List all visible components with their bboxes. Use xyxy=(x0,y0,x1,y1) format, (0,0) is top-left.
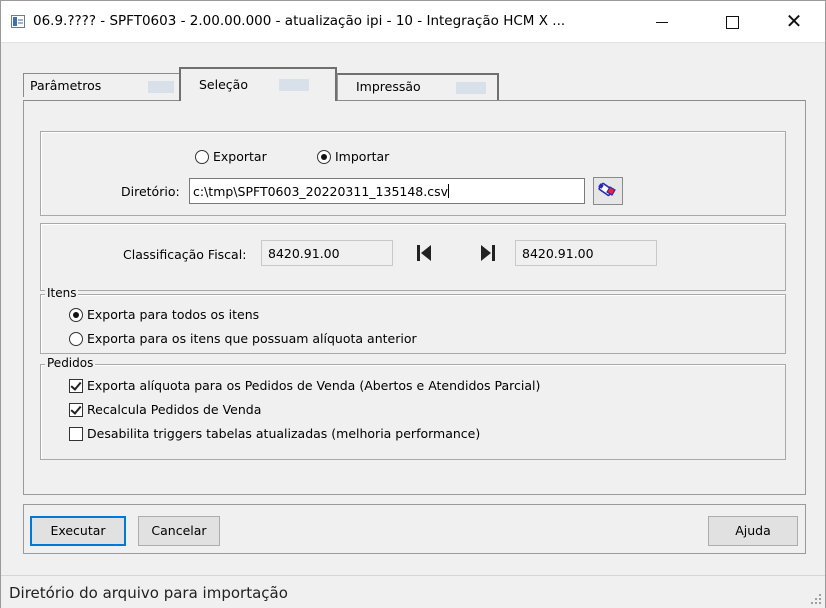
tab-parametros-label: Parâmetros xyxy=(30,78,102,93)
disable-triggers-checkbox[interactable] xyxy=(69,427,83,441)
recalculate-orders-label[interactable]: Recalcula Pedidos de Venda xyxy=(87,402,261,417)
disable-triggers-label[interactable]: Desabilita triggers tabelas atualizadas … xyxy=(87,426,480,441)
tab-decoration xyxy=(148,81,174,93)
text-caret xyxy=(448,184,450,198)
import-radio-label[interactable]: Importar xyxy=(335,149,389,164)
directory-input[interactable]: c:\tmp\SPFT0603_20220311_135148.csv xyxy=(189,178,585,204)
close-icon: ✕ xyxy=(785,9,803,33)
execute-button[interactable]: Executar xyxy=(30,516,126,546)
flashlight-search-icon xyxy=(598,182,616,197)
import-export-group: Exportar Importar Diretório: c:\tmp\SPFT… xyxy=(40,131,786,216)
export-rate-orders-checkbox[interactable] xyxy=(69,379,83,393)
items-group: Itens Exporta para todos os itens Export… xyxy=(40,286,786,354)
nav-bar xyxy=(492,245,495,261)
directory-label: Diretório: xyxy=(121,184,180,199)
close-button[interactable]: ✕ xyxy=(771,1,817,43)
all-items-radio[interactable] xyxy=(69,308,83,322)
recalculate-orders-checkbox[interactable] xyxy=(69,403,83,417)
nav-bar xyxy=(417,245,420,261)
minimize-button[interactable] xyxy=(639,1,685,43)
classification-to-value: 8420.91.00 xyxy=(522,246,594,261)
prior-rate-items-label[interactable]: Exporta para os itens que possuam alíquo… xyxy=(87,331,417,346)
classification-group: Classificação Fiscal: 8420.91.00 8420.91… xyxy=(40,223,786,291)
import-radio[interactable] xyxy=(317,150,331,164)
application-icon xyxy=(11,15,25,28)
status-bar: Diretório do arquivo para importação xyxy=(1,575,825,608)
status-text: Diretório do arquivo para importação xyxy=(9,584,288,602)
export-rate-orders-label[interactable]: Exporta alíquota para os Pedidos de Vend… xyxy=(87,378,540,393)
classification-to-input[interactable]: 8420.91.00 xyxy=(515,240,657,266)
export-radio-label[interactable]: Exportar xyxy=(213,149,267,164)
cancel-button[interactable]: Cancelar xyxy=(138,516,220,546)
button-bar: Executar Cancelar Ajuda xyxy=(23,504,806,554)
selection-panel: Exportar Importar Diretório: c:\tmp\SPFT… xyxy=(23,100,806,495)
program-window: 06.9.???? - SPFT0603 - 2.00.00.000 - atu… xyxy=(0,0,826,608)
maximize-button[interactable] xyxy=(709,1,755,43)
all-items-label[interactable]: Exporta para todos os itens xyxy=(87,307,259,322)
help-button[interactable]: Ajuda xyxy=(708,516,798,546)
orders-group-legend: Pedidos xyxy=(45,356,96,370)
resize-grip-icon[interactable] xyxy=(811,594,821,604)
orders-group: Pedidos Exporta alíquota para os Pedidos… xyxy=(40,356,786,460)
tab-selecao-label: Seleção xyxy=(199,77,248,92)
directory-input-value: c:\tmp\SPFT0603_20220311_135148.csv xyxy=(193,184,449,199)
tab-parametros[interactable]: Parâmetros xyxy=(23,73,181,97)
prior-rate-items-radio[interactable] xyxy=(69,332,83,346)
classification-from-input[interactable]: 8420.91.00 xyxy=(261,240,393,266)
classification-from-value: 8420.91.00 xyxy=(268,246,340,261)
tab-impressao-label: Impressão xyxy=(356,79,421,94)
skip-to-last-icon[interactable] xyxy=(477,242,499,264)
browse-button[interactable] xyxy=(593,177,623,205)
tab-decoration xyxy=(456,82,486,94)
export-radio[interactable] xyxy=(195,150,209,164)
window-title: 06.9.???? - SPFT0603 - 2.00.00.000 - atu… xyxy=(33,13,566,29)
skip-to-first-icon[interactable] xyxy=(415,242,437,264)
tab-decoration xyxy=(279,79,309,91)
nav-arrow xyxy=(421,245,431,261)
title-bar[interactable]: 06.9.???? - SPFT0603 - 2.00.00.000 - atu… xyxy=(1,1,825,43)
items-group-legend: Itens xyxy=(45,286,79,300)
nav-arrow xyxy=(481,245,491,261)
tab-impressao[interactable]: Impressão xyxy=(337,73,499,101)
classification-label: Classificação Fiscal: xyxy=(123,247,247,262)
tab-selecao[interactable]: Seleção xyxy=(179,67,337,101)
